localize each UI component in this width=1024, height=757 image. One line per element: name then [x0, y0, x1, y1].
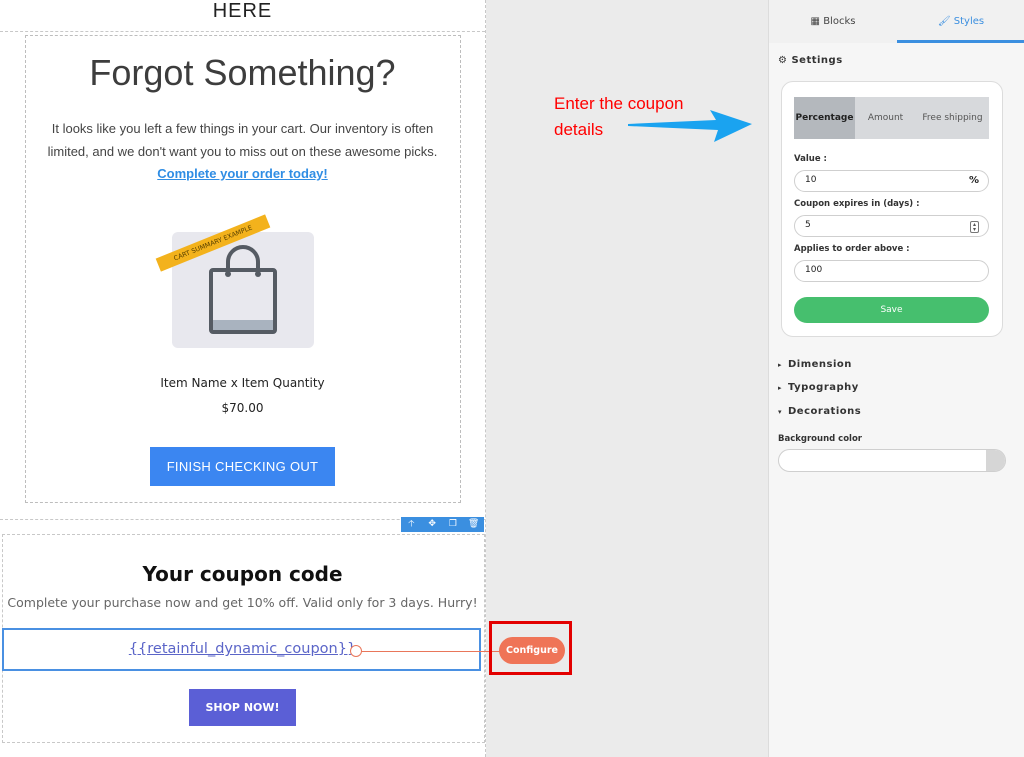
- connector-line: [361, 651, 500, 652]
- caret-right-icon: ▸: [778, 384, 783, 392]
- panel-tabs: ▦ Blocks 🖌 Styles: [769, 0, 1024, 43]
- accordion-typography-label: Typography: [788, 382, 859, 393]
- forgot-title: Forgot Something?: [89, 52, 396, 93]
- shopping-bag-icon: [209, 245, 277, 334]
- section-divider: [0, 31, 485, 32]
- copy-icon[interactable]: ❐: [443, 517, 463, 532]
- side-panel: ▦ Blocks 🖌 Styles ⚙ Settings Percentage …: [768, 0, 1024, 757]
- tab-blocks[interactable]: ▦ Blocks: [769, 0, 897, 43]
- finish-checking-out-button[interactable]: FINISH CHECKING OUT: [150, 447, 335, 486]
- configure-button[interactable]: Configure: [499, 637, 565, 664]
- expires-field[interactable]: ▴▾: [794, 215, 989, 237]
- expires-input[interactable]: [805, 220, 955, 230]
- coupon-type-amount[interactable]: Amount: [855, 97, 916, 139]
- item-name: Item Name x Item Quantity: [160, 376, 325, 390]
- caret-right-icon: ▸: [778, 361, 783, 369]
- shop-now-button[interactable]: SHOP NOW!: [189, 689, 296, 726]
- percent-suffix: %: [968, 175, 979, 186]
- accordion-decorations[interactable]: ▾ Decorations: [778, 406, 861, 417]
- color-swatch[interactable]: [986, 450, 1005, 471]
- tab-styles[interactable]: 🖌 Styles: [897, 0, 1024, 43]
- product-image: CART SUMMARY EXAMPLE: [155, 214, 323, 352]
- connector-dot: [350, 645, 362, 657]
- accordion-dimension-label: Dimension: [788, 359, 852, 370]
- tab-blocks-label: Blocks: [823, 16, 856, 27]
- background-color-label: Background color: [778, 434, 862, 444]
- expires-label: Coupon expires in (days) :: [794, 199, 920, 209]
- background-color-field[interactable]: [778, 449, 1006, 472]
- trash-icon[interactable]: 🗑: [464, 517, 484, 532]
- coupon-type-selector: Percentage Amount Free shipping: [794, 97, 989, 139]
- settings-title: Settings: [791, 55, 843, 66]
- brush-icon: 🖌: [937, 16, 951, 27]
- move-icon[interactable]: ✥: [422, 517, 442, 532]
- gear-icon: ⚙: [778, 55, 788, 66]
- accordion-dimension[interactable]: ▸ Dimension: [778, 359, 852, 370]
- grid-icon: ▦: [810, 16, 820, 27]
- heading-tail-text: HERE: [212, 0, 273, 22]
- cart-paragraph: It looks like you left a few things in y…: [47, 121, 438, 159]
- email-preview: HERE Forgot Something? It looks like you…: [0, 0, 486, 757]
- save-button[interactable]: Save: [794, 297, 989, 323]
- arrow-up-icon[interactable]: 🡡: [401, 517, 421, 532]
- applies-input[interactable]: [805, 265, 955, 275]
- tab-styles-label: Styles: [953, 16, 985, 27]
- accordion-decorations-label: Decorations: [788, 406, 862, 417]
- caret-down-icon: ▾: [778, 408, 783, 416]
- coupon-type-percentage[interactable]: Percentage: [794, 97, 855, 139]
- coupon-type-free-shipping[interactable]: Free shipping: [916, 97, 989, 139]
- accordion-typography[interactable]: ▸ Typography: [778, 382, 859, 393]
- value-input[interactable]: [805, 175, 955, 185]
- complete-order-link[interactable]: Complete your order today!: [0, 166, 485, 181]
- pointer-arrow-icon: [628, 110, 752, 142]
- value-field[interactable]: %: [794, 170, 989, 192]
- coupon-subtitle: Complete your purchase now and get 10% o…: [7, 595, 478, 610]
- value-label: Value :: [794, 154, 827, 164]
- item-price: $70.00: [221, 401, 264, 415]
- coupon-code-text[interactable]: {{retainful_dynamic_coupon}}: [0, 641, 485, 657]
- stepper-icon[interactable]: ▴ ▾: [970, 221, 979, 233]
- applies-label: Applies to order above :: [794, 244, 910, 254]
- applies-field[interactable]: [794, 260, 989, 282]
- block-toolbar: 🡡 ✥ ❐ 🗑: [401, 517, 484, 532]
- settings-heading: ⚙ Settings: [778, 55, 843, 66]
- coupon-title: Your coupon code: [142, 562, 343, 586]
